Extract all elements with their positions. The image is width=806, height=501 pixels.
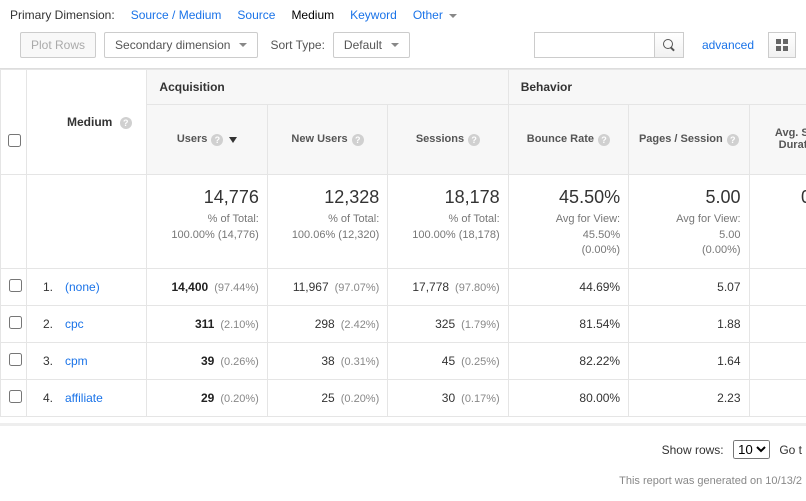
totals-cell: 18,178% of Total:100.00% (18,178) bbox=[388, 175, 508, 269]
help-icon[interactable]: ? bbox=[727, 134, 739, 146]
row-checkbox[interactable] bbox=[9, 353, 22, 366]
secondary-dimension-dropdown[interactable]: Secondary dimension bbox=[104, 32, 258, 58]
metric-cell: 00:00: bbox=[749, 343, 806, 380]
help-icon[interactable]: ? bbox=[598, 134, 610, 146]
dimension-other[interactable]: Other bbox=[413, 8, 457, 22]
totals-cell: 5.00Avg for View:5.00(0.00%) bbox=[629, 175, 749, 269]
metric-cell: 17,778(97.80%) bbox=[388, 269, 508, 306]
advanced-link[interactable]: advanced bbox=[702, 38, 754, 52]
dimension-cell: 3.cpm bbox=[27, 343, 147, 380]
grid-icon bbox=[776, 39, 788, 51]
select-all-header bbox=[1, 70, 27, 175]
metric-cell: 14,400(97.44%) bbox=[147, 269, 267, 306]
sort-descending-icon bbox=[229, 137, 237, 143]
metric-cell: 45(0.25%) bbox=[388, 343, 508, 380]
dimension-cell: 1.(none) bbox=[27, 269, 147, 306]
metric-cell: 38(0.31%) bbox=[267, 343, 387, 380]
dimension-column-header[interactable]: Medium ? bbox=[27, 70, 147, 175]
search-button[interactable] bbox=[654, 32, 684, 58]
metric-cell: 00:02: bbox=[749, 380, 806, 417]
table-footer: Show rows: 10 Go t bbox=[0, 423, 806, 465]
metric-cell: 1.88 bbox=[629, 306, 749, 343]
totals-cell: 00:03:2Avg for Vie00:03:(0.00 bbox=[749, 175, 806, 269]
dimension-source-medium[interactable]: Source / Medium bbox=[131, 8, 222, 22]
primary-dimension-bar: Primary Dimension: Source / Medium Sourc… bbox=[0, 0, 806, 28]
search-input[interactable] bbox=[534, 32, 654, 58]
metric-cell: 00:03: bbox=[749, 269, 806, 306]
metric-cell: 1.64 bbox=[629, 343, 749, 380]
search-icon bbox=[663, 39, 675, 51]
metric-cell: 11,967(97.07%) bbox=[267, 269, 387, 306]
metric-cell: 311(2.10%) bbox=[147, 306, 267, 343]
dimension-keyword[interactable]: Keyword bbox=[350, 8, 397, 22]
group-acquisition: Acquisition bbox=[147, 70, 508, 105]
metric-cell: 25(0.20%) bbox=[267, 380, 387, 417]
select-all-checkbox[interactable] bbox=[8, 134, 21, 147]
dimension-link[interactable]: affiliate bbox=[65, 391, 103, 405]
search-box bbox=[534, 32, 684, 58]
row-checkbox[interactable] bbox=[9, 279, 22, 292]
table-row: 2.cpc311(2.10%)298(2.42%)325(1.79%)81.54… bbox=[1, 306, 806, 343]
dimension-link[interactable]: cpc bbox=[65, 317, 84, 331]
table-row: 3.cpm39(0.26%)38(0.31%)45(0.25%)82.22%1.… bbox=[1, 343, 806, 380]
totals-cell: 45.50%Avg for View:45.50%(0.00%) bbox=[508, 175, 628, 269]
pivot-view-button[interactable] bbox=[768, 32, 796, 58]
generated-note: This report was generated on 10/13/2 bbox=[0, 465, 806, 487]
metric-cell: 44.69% bbox=[508, 269, 628, 306]
column-header[interactable]: Pages / Session? bbox=[629, 105, 749, 175]
column-header[interactable]: Bounce Rate? bbox=[508, 105, 628, 175]
metric-cell: 298(2.42%) bbox=[267, 306, 387, 343]
table-row: 4.affiliate29(0.20%)25(0.20%)30(0.17%)80… bbox=[1, 380, 806, 417]
column-header[interactable]: Avg. Session Duration? bbox=[749, 105, 806, 175]
primary-dimension-label: Primary Dimension: bbox=[10, 8, 115, 22]
metric-cell: 30(0.17%) bbox=[388, 380, 508, 417]
help-icon[interactable]: ? bbox=[468, 134, 480, 146]
dimension-link[interactable]: cpm bbox=[65, 354, 88, 368]
metric-cell: 325(1.79%) bbox=[388, 306, 508, 343]
goto-label: Go t bbox=[779, 443, 802, 457]
help-icon[interactable]: ? bbox=[120, 117, 132, 129]
dimension-cell: 4.affiliate bbox=[27, 380, 147, 417]
toolbar: Plot Rows Secondary dimension Sort Type:… bbox=[0, 28, 806, 68]
row-checkbox[interactable] bbox=[9, 316, 22, 329]
show-rows-select[interactable]: 10 bbox=[733, 440, 770, 459]
help-icon[interactable]: ? bbox=[211, 134, 223, 146]
totals-cell: 14,776% of Total:100.00% (14,776) bbox=[147, 175, 267, 269]
plot-rows-button[interactable]: Plot Rows bbox=[20, 32, 96, 58]
dimension-cell: 2.cpc bbox=[27, 306, 147, 343]
group-behavior: Behavior bbox=[508, 70, 806, 105]
metric-cell: 00:00: bbox=[749, 306, 806, 343]
dimension-source[interactable]: Source bbox=[237, 8, 275, 22]
show-rows-label: Show rows: bbox=[662, 443, 724, 457]
table-row: 1.(none)14,400(97.44%)11,967(97.07%)17,7… bbox=[1, 269, 806, 306]
metric-cell: 81.54% bbox=[508, 306, 628, 343]
dimension-medium[interactable]: Medium bbox=[291, 8, 334, 22]
report-table: Medium ? Acquisition Behavior Users?New … bbox=[0, 69, 806, 417]
column-header[interactable]: Sessions? bbox=[388, 105, 508, 175]
chevron-down-icon bbox=[239, 43, 247, 47]
sort-type-dropdown[interactable]: Default bbox=[333, 32, 410, 58]
chevron-down-icon bbox=[449, 14, 457, 18]
dimension-link[interactable]: (none) bbox=[65, 280, 100, 294]
metric-cell: 39(0.26%) bbox=[147, 343, 267, 380]
help-icon[interactable]: ? bbox=[352, 134, 364, 146]
column-header[interactable]: Users? bbox=[147, 105, 267, 175]
sort-type-label: Sort Type: bbox=[270, 38, 324, 52]
metric-cell: 2.23 bbox=[629, 380, 749, 417]
chevron-down-icon bbox=[391, 43, 399, 47]
metric-cell: 29(0.20%) bbox=[147, 380, 267, 417]
report-table-container: Medium ? Acquisition Behavior Users?New … bbox=[0, 68, 806, 417]
metric-cell: 82.22% bbox=[508, 343, 628, 380]
row-checkbox[interactable] bbox=[9, 390, 22, 403]
totals-cell: 12,328% of Total:100.06% (12,320) bbox=[267, 175, 387, 269]
metric-cell: 80.00% bbox=[508, 380, 628, 417]
column-header[interactable]: New Users? bbox=[267, 105, 387, 175]
metric-cell: 5.07 bbox=[629, 269, 749, 306]
